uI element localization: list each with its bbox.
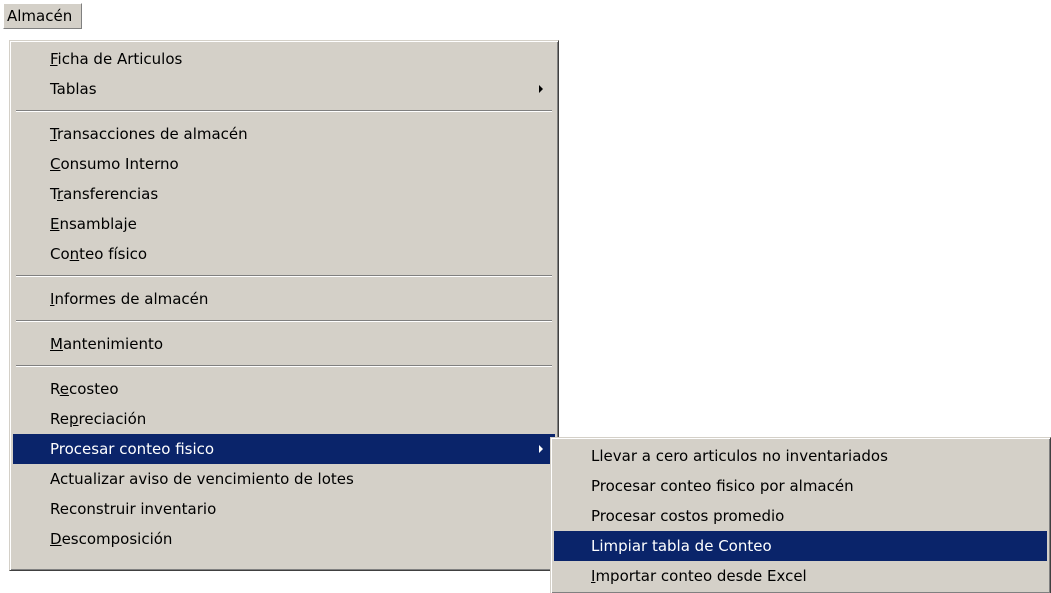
- menu-item-reconstruir-inventario[interactable]: Reconstruir inventario: [13, 494, 555, 524]
- menu-item-ficha-de-articulos[interactable]: Ficha de Articulos: [13, 44, 555, 74]
- menu-item-transferencias[interactable]: Transferencias: [13, 179, 555, 209]
- menu-item-actualizar-aviso-vencimiento-lotes[interactable]: Actualizar aviso de vencimiento de lotes: [13, 464, 555, 494]
- menu-separator: [13, 359, 555, 374]
- menu-item-mantenimiento[interactable]: Mantenimiento: [13, 329, 555, 359]
- menu-item-transacciones-de-almacen[interactable]: Transacciones de almacén: [13, 119, 555, 149]
- menu-item-procesar-conteo-fisico[interactable]: Procesar conteo fisico: [13, 434, 555, 464]
- submenu-arrow-icon: [539, 445, 543, 453]
- menu-item-conteo-fisico[interactable]: Conteo físico: [13, 239, 555, 269]
- menu-item-informes-de-almacen[interactable]: Informes de almacén: [13, 284, 555, 314]
- submenu-item-procesar-costos-promedio[interactable]: Procesar costos promedio: [554, 501, 1047, 531]
- menu-separator: [13, 314, 555, 329]
- menu-item-descomposicion[interactable]: Descomposición: [13, 524, 555, 554]
- menu-separator: [13, 104, 555, 119]
- menu-separator: [13, 269, 555, 284]
- menu-item-repreciacion[interactable]: Repreciación: [13, 404, 555, 434]
- submenu-item-importar-conteo-desde-excel[interactable]: Importar conteo desde Excel: [554, 561, 1047, 591]
- menu-item-consumo-interno[interactable]: Consumo Interno: [13, 149, 555, 179]
- menu-item-tablas[interactable]: Tablas: [13, 74, 555, 104]
- almacen-dropdown-menu: Ficha de Articulos Tablas Transacciones …: [9, 40, 559, 571]
- submenu-item-llevar-a-cero[interactable]: Llevar a cero articulos no inventariados: [554, 441, 1047, 471]
- menu-almacen[interactable]: Almacén: [3, 3, 82, 29]
- menu-item-ensamblaje[interactable]: Ensamblaje: [13, 209, 555, 239]
- menu-almacen-label: Almacén: [7, 7, 73, 25]
- procesar-conteo-fisico-submenu: Llevar a cero articulos no inventariados…: [550, 437, 1051, 593]
- submenu-item-limpiar-tabla-de-conteo[interactable]: Limpiar tabla de Conteo: [554, 531, 1047, 561]
- submenu-arrow-icon: [539, 85, 543, 93]
- menu-item-recosteo[interactable]: Recosteo: [13, 374, 555, 404]
- submenu-item-procesar-conteo-por-almacen[interactable]: Procesar conteo fisico por almacén: [554, 471, 1047, 501]
